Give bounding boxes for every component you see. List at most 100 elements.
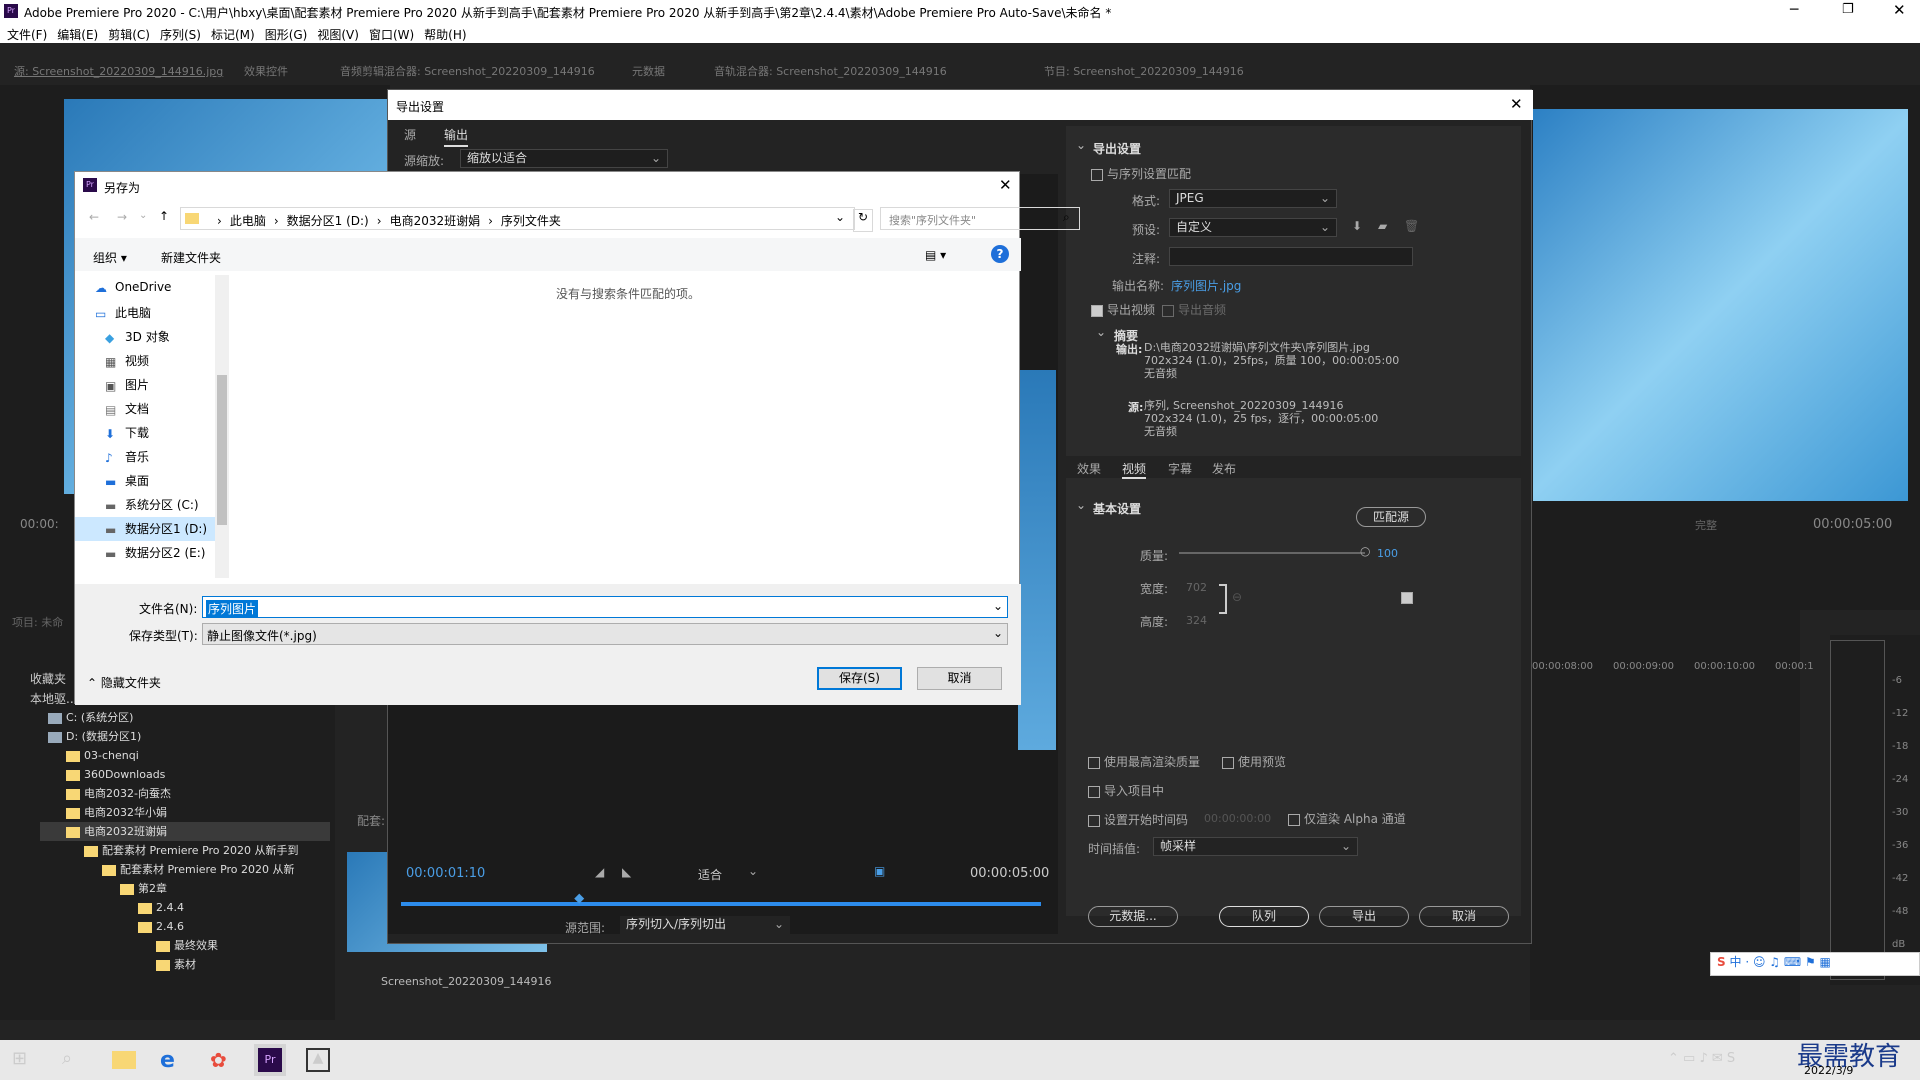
- export-cancel-button[interactable]: 取消: [1419, 906, 1509, 927]
- nav-item[interactable]: ◆ 3D 对象: [75, 325, 215, 349]
- breadcrumb-item[interactable]: 此电脑: [230, 214, 266, 228]
- tree-row[interactable]: 素材: [40, 955, 330, 974]
- filetype-select[interactable]: 静止图像文件(*.jpg) ⌄: [202, 623, 1008, 645]
- tree-row[interactable]: 电商2032-向蚕杰: [40, 784, 330, 803]
- menu-item[interactable]: 帮助(H): [424, 28, 466, 42]
- fit-select[interactable]: 适合: [698, 866, 722, 883]
- tree-row[interactable]: 最终效果: [40, 936, 330, 955]
- quality-select[interactable]: 完整: [1695, 517, 1717, 533]
- recent-chevron-icon[interactable]: ⌄: [139, 210, 147, 221]
- menu-item[interactable]: 文件(F): [7, 28, 47, 42]
- use-preview-checkbox[interactable]: 使用预览: [1222, 753, 1286, 770]
- tree-row[interactable]: C: (系统分区): [40, 708, 330, 727]
- tab-output-export[interactable]: 输出: [444, 126, 469, 147]
- menu-item[interactable]: 图形(G): [265, 28, 308, 42]
- time-interpolation-select[interactable]: 帧采样 ⌄: [1153, 837, 1358, 856]
- menu-item[interactable]: 标记(M): [211, 28, 255, 42]
- menu-item[interactable]: 窗口(W): [369, 28, 414, 42]
- tree-row[interactable]: D: (数据分区1): [40, 727, 330, 746]
- tree-row[interactable]: 配套素材 Premiere Pro 2020 从新手到: [40, 841, 330, 860]
- nav-item[interactable]: ▤ 文档: [75, 397, 215, 421]
- notes-input[interactable]: [1169, 247, 1413, 266]
- nav-scrollbar[interactable]: [215, 275, 229, 578]
- match-source-button[interactable]: 匹配源: [1356, 507, 1426, 527]
- collapse-icon[interactable]: ⌄: [1076, 138, 1086, 152]
- tree-row[interactable]: 2.4.4: [40, 898, 330, 917]
- nav-item[interactable]: ⬇ 下载: [75, 421, 215, 445]
- metadata-button[interactable]: 元数据...: [1088, 906, 1178, 927]
- paint-icon[interactable]: ✿: [210, 1048, 234, 1072]
- nav-item[interactable]: ▬ 桌面: [75, 469, 215, 493]
- search-taskbar-icon[interactable]: ⌕: [62, 1048, 86, 1072]
- search-input[interactable]: 搜索"序列文件夹" ⌕: [880, 207, 1080, 230]
- menu-item[interactable]: 序列(S): [160, 28, 201, 42]
- tab-audio-clip-mixer[interactable]: 音频剪辑混合器: Screenshot_20220309_144916: [340, 63, 595, 79]
- tab-captions[interactable]: 字幕: [1168, 460, 1192, 477]
- premiere-taskbar-icon[interactable]: Pr: [258, 1048, 282, 1072]
- new-folder-button[interactable]: 新建文件夹: [161, 249, 221, 266]
- nav-item[interactable]: ▬ 系统分区 (C:): [75, 493, 215, 517]
- tab-effect-controls[interactable]: 效果控件: [244, 63, 288, 79]
- edge-icon[interactable]: e: [160, 1048, 184, 1073]
- nav-item[interactable]: ♪ 音乐: [75, 445, 215, 469]
- address-chevron-icon[interactable]: ⌄: [835, 210, 845, 224]
- import-preset-icon[interactable]: ▰: [1378, 219, 1387, 233]
- filename-input[interactable]: 序列图片 ⌄: [202, 596, 1008, 618]
- basic-collapse-icon[interactable]: ⌄: [1076, 498, 1086, 512]
- tab-video[interactable]: 视频: [1122, 460, 1147, 479]
- menu-item[interactable]: 编辑(E): [57, 28, 98, 42]
- tree-row[interactable]: 第2章: [40, 879, 330, 898]
- menu-item[interactable]: 视图(V): [317, 28, 359, 42]
- address-bar[interactable]: › 此电脑 › 数据分区1 (D:) › 电商2032班谢娟 › 序列文件夹 ⌄: [180, 207, 855, 230]
- playhead-icon[interactable]: ◆: [574, 891, 584, 906]
- save-as-close-icon[interactable]: ✕: [999, 176, 1012, 194]
- tab-source-export[interactable]: 源: [404, 126, 416, 143]
- height-value[interactable]: 324: [1186, 614, 1207, 627]
- tree-row[interactable]: 03-chenqi: [40, 746, 330, 765]
- cancel-button[interactable]: 取消: [917, 667, 1002, 690]
- tab-effects[interactable]: 效果: [1077, 460, 1101, 477]
- crop-icon[interactable]: ▣: [874, 864, 885, 878]
- save-preset-icon[interactable]: ⬇: [1352, 219, 1362, 233]
- nav-item[interactable]: ▬ 数据分区1 (D:): [75, 517, 215, 541]
- back-arrow-icon[interactable]: ←: [89, 210, 99, 224]
- minimize-icon[interactable]: ─: [1790, 2, 1798, 18]
- breadcrumb-item[interactable]: 序列文件夹: [501, 214, 561, 228]
- nav-item[interactable]: ☁ OneDrive: [75, 275, 215, 299]
- delete-preset-icon[interactable]: 🗑: [1404, 219, 1419, 233]
- file-explorer-icon[interactable]: [112, 1051, 136, 1069]
- set-start-timecode-checkbox[interactable]: 设置开始时间码: [1088, 811, 1188, 828]
- export-video-checkbox[interactable]: 导出视频: [1091, 301, 1155, 318]
- width-value[interactable]: 702: [1186, 581, 1207, 594]
- hide-folders-toggle[interactable]: ⌃ 隐藏文件夹: [87, 674, 161, 691]
- close-icon[interactable]: ✕: [1893, 1, 1906, 19]
- source-range-select[interactable]: 序列切入/序列切出 ⌄: [620, 916, 790, 935]
- queue-button[interactable]: 队列: [1219, 906, 1309, 927]
- breadcrumb[interactable]: › 此电脑 › 数据分区1 (D:) › 电商2032班谢娟 › 序列文件夹: [209, 212, 561, 229]
- match-sequence-checkbox[interactable]: 与序列设置匹配: [1091, 165, 1191, 182]
- tab-metadata[interactable]: 元数据: [632, 63, 665, 79]
- max-quality-checkbox[interactable]: 使用最高渲染质量: [1088, 753, 1200, 770]
- start-timecode-value[interactable]: 00:00:00:00: [1204, 812, 1271, 825]
- save-button[interactable]: 保存(S): [817, 667, 902, 690]
- mark-out-icon[interactable]: ◣: [622, 865, 631, 879]
- up-arrow-icon[interactable]: ↑: [159, 209, 169, 223]
- start-icon[interactable]: ⊞: [12, 1048, 36, 1072]
- quality-value[interactable]: 100: [1377, 547, 1398, 560]
- scrubber-track[interactable]: [401, 902, 1041, 906]
- link-icon[interactable]: ⊖: [1232, 590, 1242, 604]
- quality-slider-track[interactable]: [1179, 552, 1365, 554]
- organize-menu[interactable]: 组织 ▾: [93, 249, 127, 266]
- tab-program[interactable]: 节目: Screenshot_20220309_144916: [1044, 63, 1244, 79]
- view-options-icon[interactable]: ▤ ▾: [925, 248, 946, 262]
- current-timecode[interactable]: 00:00:01:10: [406, 866, 485, 881]
- tray-icons[interactable]: ⌃ ▭ ♪ ✉ S: [1668, 1051, 1735, 1066]
- dimension-checkbox[interactable]: [1401, 590, 1417, 604]
- tab-publish[interactable]: 发布: [1212, 460, 1236, 477]
- export-audio-checkbox[interactable]: 导出音频: [1162, 301, 1226, 318]
- tree-row[interactable]: 360Downloads: [40, 765, 330, 784]
- tree-row[interactable]: 配套素材 Premiere Pro 2020 从新: [40, 860, 330, 879]
- nav-item[interactable]: ▦ 视频: [75, 349, 215, 373]
- forward-arrow-icon[interactable]: →: [117, 210, 127, 224]
- help-icon[interactable]: ?: [991, 245, 1009, 263]
